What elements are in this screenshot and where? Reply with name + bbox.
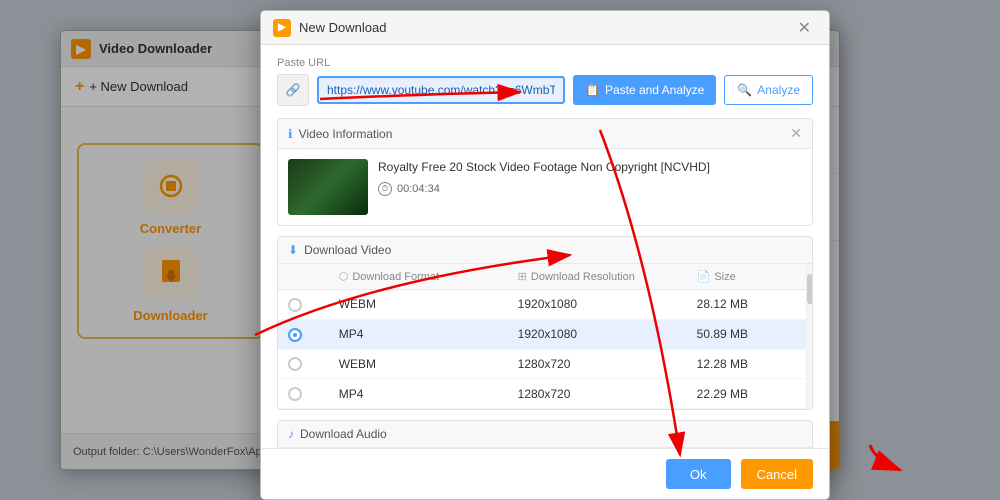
analyze-button[interactable]: 🔍 Analyze: [724, 75, 813, 105]
radio-button[interactable]: [288, 328, 302, 342]
dialog-close-button[interactable]: ✕: [792, 16, 817, 40]
col-size-header: 📄Size: [687, 264, 806, 290]
col-format-header: ⬡Download Format: [329, 264, 508, 290]
video-table-wrapper: ⬡Download Format ⊞Download Resolution 📄S…: [278, 264, 812, 409]
paste-and-analyze-button[interactable]: 📋 Paste and Analyze: [573, 75, 716, 105]
size-cell: 28.12 MB: [687, 290, 806, 320]
video-info-icon: ℹ: [288, 127, 293, 141]
download-audio-section: ♪ Download Audio WEBM 68k 2.23 MB M4A 12…: [277, 420, 813, 448]
url-label: Paste URL: [277, 57, 813, 69]
dialog-footer: Ok Cancel: [261, 448, 829, 499]
radio-button[interactable]: [288, 357, 302, 371]
ok-button[interactable]: Ok: [666, 459, 731, 489]
radio-button[interactable]: [288, 387, 302, 401]
download-video-header: ⬇ Download Video: [278, 237, 812, 264]
video-format-row[interactable]: MP4 1280x720 22.29 MB: [278, 379, 806, 409]
dialog-title-left: ▶ New Download: [273, 19, 386, 37]
format-cell: WEBM: [329, 349, 508, 379]
radio-button[interactable]: [288, 298, 302, 312]
resolution-cell: 1920x1080: [508, 290, 687, 320]
download-video-label: Download Video: [304, 243, 391, 257]
video-table-inner: ⬡Download Format ⊞Download Resolution 📄S…: [278, 264, 806, 409]
video-format-table: ⬡Download Format ⊞Download Resolution 📄S…: [278, 264, 806, 409]
video-info-header: ℹ Video Information ✕: [278, 119, 812, 149]
video-info-body: Royalty Free 20 Stock Video Footage Non …: [278, 149, 812, 225]
dialog-title: New Download: [299, 20, 386, 35]
size-cell: 50.89 MB: [687, 319, 806, 349]
new-download-dialog: ▶ New Download ✕ Paste URL 🔗 📋 Paste and…: [260, 10, 830, 500]
video-duration: ⏱ 00:04:34: [378, 182, 802, 196]
url-row: 🔗 📋 Paste and Analyze 🔍 Analyze: [277, 74, 813, 106]
video-thumbnail: [288, 159, 368, 215]
paste-icon: 📋: [585, 83, 600, 97]
video-info-label: Video Information: [299, 127, 393, 141]
analyze-icon: 🔍: [737, 83, 752, 97]
resolution-cell: 1280x720: [508, 349, 687, 379]
size-cell: 12.28 MB: [687, 349, 806, 379]
url-icon: 🔗: [277, 74, 309, 106]
resolution-cell: 1920x1080: [508, 319, 687, 349]
download-video-section: ⬇ Download Video ⬡Download Format: [277, 236, 813, 410]
video-title: Royalty Free 20 Stock Video Footage Non …: [378, 159, 802, 176]
video-format-row[interactable]: WEBM 1920x1080 28.12 MB: [278, 290, 806, 320]
dialog-body: Paste URL 🔗 📋 Paste and Analyze 🔍 Analyz…: [261, 45, 829, 448]
download-audio-header: ♪ Download Audio: [278, 421, 812, 448]
video-info-close-button[interactable]: ✕: [790, 125, 802, 142]
video-format-row[interactable]: WEBM 1280x720 12.28 MB: [278, 349, 806, 379]
dialog-app-icon: ▶: [273, 19, 291, 37]
clock-icon: ⏱: [378, 182, 392, 196]
size-cell: 22.29 MB: [687, 379, 806, 409]
video-meta: Royalty Free 20 Stock Video Footage Non …: [378, 159, 802, 196]
url-section: Paste URL 🔗 📋 Paste and Analyze 🔍 Analyz…: [277, 57, 813, 106]
video-info-section: ℹ Video Information ✕ Royalty Free 20 St…: [277, 118, 813, 226]
format-cell: WEBM: [329, 290, 508, 320]
url-input[interactable]: [317, 76, 565, 104]
download-audio-label: Download Audio: [300, 427, 387, 441]
resolution-cell: 1280x720: [508, 379, 687, 409]
format-cell: MP4: [329, 319, 508, 349]
scrollbar-track[interactable]: [806, 264, 812, 409]
col-res-header: ⊞Download Resolution: [508, 264, 687, 290]
download-video-icon: ⬇: [288, 243, 298, 257]
video-format-row[interactable]: MP4 1920x1080 50.89 MB: [278, 319, 806, 349]
cancel-button[interactable]: Cancel: [741, 459, 813, 489]
scrollbar-thumb: [807, 274, 813, 304]
format-cell: MP4: [329, 379, 508, 409]
download-audio-icon: ♪: [288, 427, 294, 441]
dialog-titlebar: ▶ New Download ✕: [261, 11, 829, 45]
